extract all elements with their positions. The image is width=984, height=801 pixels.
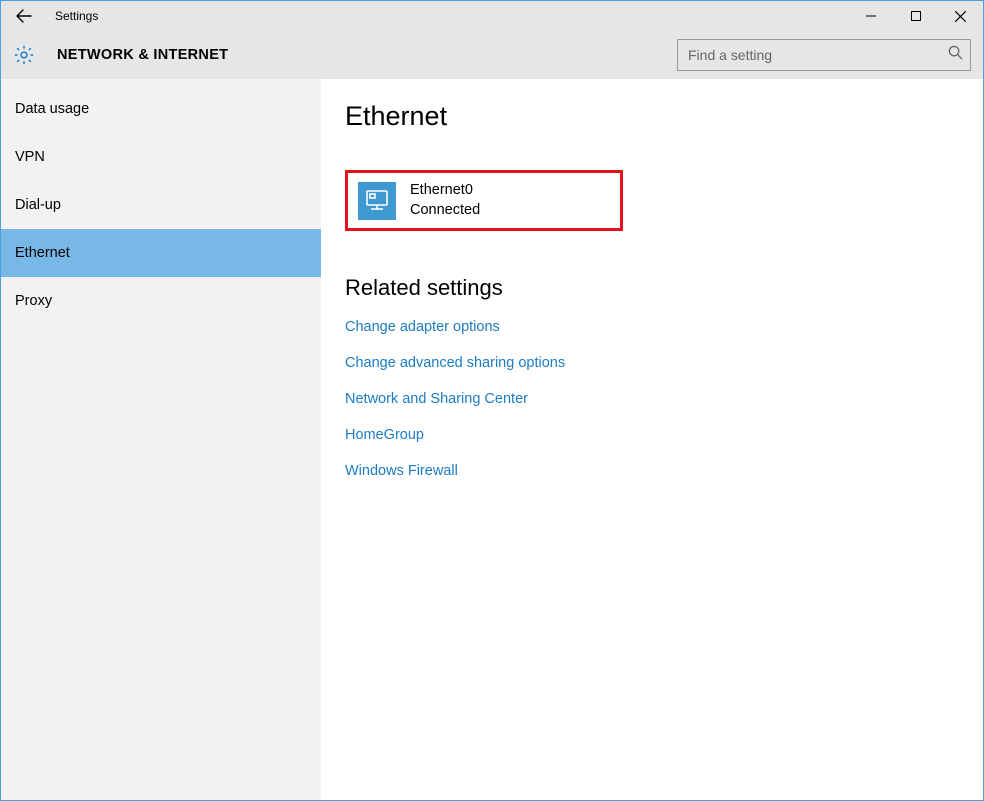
- link-change-adapter-options[interactable]: Change adapter options: [345, 319, 959, 335]
- maximize-button[interactable]: [893, 1, 938, 31]
- main-content: Ethernet Ethernet0 Connected: [321, 79, 983, 800]
- search-input[interactable]: [677, 39, 971, 71]
- connection-status: Connected: [410, 201, 480, 221]
- titlebar: Settings: [1, 1, 983, 31]
- sidebar-item-dial-up[interactable]: Dial-up: [1, 181, 321, 229]
- header: NETWORK & INTERNET: [1, 31, 983, 79]
- sidebar-item-proxy[interactable]: Proxy: [1, 277, 321, 325]
- connection-name: Ethernet0: [410, 181, 480, 201]
- link-change-advanced-sharing[interactable]: Change advanced sharing options: [345, 355, 959, 371]
- page-title: Ethernet: [345, 101, 959, 132]
- window-title: Settings: [55, 9, 98, 23]
- close-button[interactable]: [938, 1, 983, 31]
- link-windows-firewall[interactable]: Windows Firewall: [345, 463, 959, 479]
- sidebar-item-label: Ethernet: [15, 245, 70, 261]
- search-icon: [948, 45, 963, 65]
- connection-text: Ethernet0 Connected: [410, 181, 480, 220]
- body: Data usage VPN Dial-up Ethernet Proxy Et…: [1, 79, 983, 800]
- ethernet-connection-card[interactable]: Ethernet0 Connected: [345, 170, 623, 231]
- link-homegroup[interactable]: HomeGroup: [345, 427, 959, 443]
- sidebar: Data usage VPN Dial-up Ethernet Proxy: [1, 79, 321, 800]
- back-button[interactable]: [7, 1, 41, 31]
- gear-icon: [13, 44, 35, 66]
- sidebar-item-label: Data usage: [15, 101, 89, 117]
- close-icon: [955, 11, 966, 22]
- search-wrap: [677, 39, 971, 71]
- sidebar-item-label: Proxy: [15, 293, 52, 309]
- window-controls: [848, 1, 983, 31]
- minimize-icon: [866, 11, 876, 21]
- link-network-sharing-center[interactable]: Network and Sharing Center: [345, 391, 959, 407]
- related-settings-heading: Related settings: [345, 275, 959, 301]
- minimize-button[interactable]: [848, 1, 893, 31]
- sidebar-item-label: Dial-up: [15, 197, 61, 213]
- ethernet-icon: [358, 182, 396, 220]
- sidebar-item-vpn[interactable]: VPN: [1, 133, 321, 181]
- back-arrow-icon: [16, 8, 32, 24]
- sidebar-item-label: VPN: [15, 149, 45, 165]
- sidebar-item-ethernet[interactable]: Ethernet: [1, 229, 321, 277]
- settings-window: Settings NETWORK & INTERNET: [0, 0, 984, 801]
- category-title: NETWORK & INTERNET: [57, 47, 228, 63]
- sidebar-item-data-usage[interactable]: Data usage: [1, 85, 321, 133]
- maximize-icon: [911, 11, 921, 21]
